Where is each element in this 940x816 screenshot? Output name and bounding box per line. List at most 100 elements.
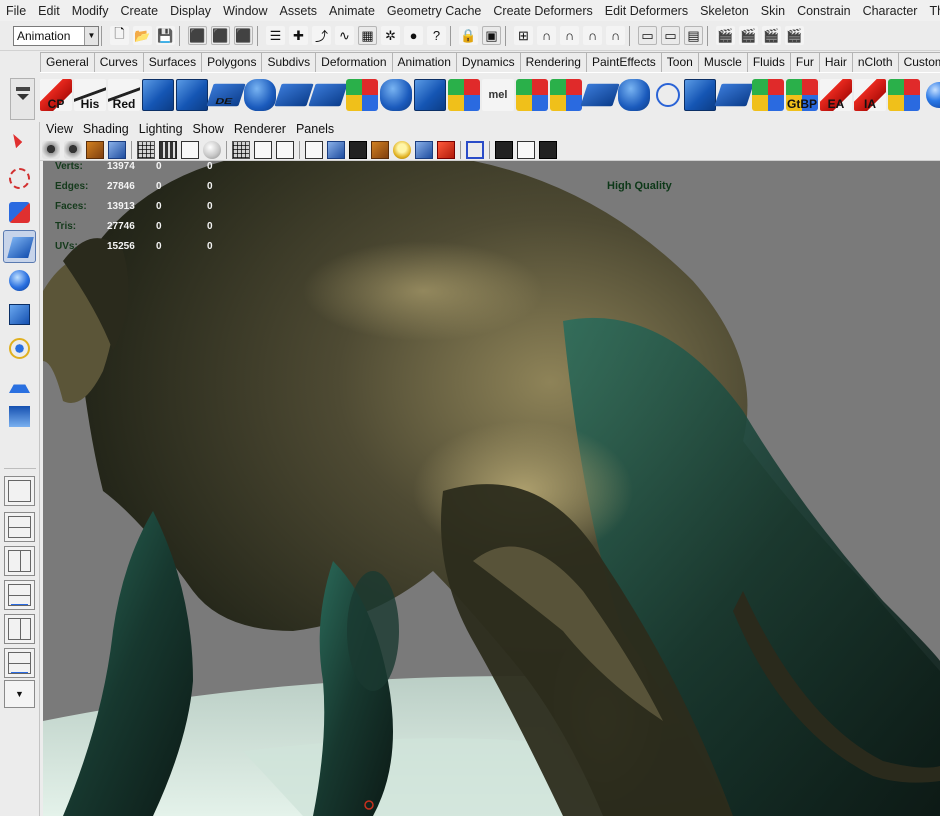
- scale-tool-button[interactable]: [3, 298, 36, 331]
- shelf-button-11[interactable]: [414, 78, 446, 111]
- shelf-menu-button[interactable]: [10, 78, 35, 120]
- shelf-button-18[interactable]: [656, 82, 680, 107]
- universal-manipulator-button[interactable]: [3, 332, 36, 365]
- shelf-button-7[interactable]: [274, 83, 314, 106]
- menu-set-dropdown[interactable]: Animation ▼: [13, 25, 99, 46]
- menu-item-file[interactable]: File: [0, 4, 32, 18]
- toolbar-divider[interactable]: [707, 25, 712, 46]
- render-settings-icon[interactable]: 🎬: [785, 26, 804, 45]
- render-view-icon[interactable]: 🎬: [716, 26, 735, 45]
- shelf-button-9[interactable]: [346, 78, 378, 111]
- shelf-button-4[interactable]: [176, 78, 208, 111]
- menu-item-skeleton[interactable]: Skeleton: [694, 4, 755, 18]
- show-manipulator-button[interactable]: [3, 400, 36, 433]
- shelf-tab-subdivs[interactable]: Subdivs: [261, 52, 317, 72]
- select-by-surface-icon[interactable]: ▦: [358, 26, 377, 45]
- shelf-button-5[interactable]: DE: [206, 83, 246, 106]
- menu-item-create[interactable]: Create: [115, 4, 165, 18]
- selection-mask-icon[interactable]: ☰: [266, 26, 285, 45]
- shelf-tab-hair[interactable]: Hair: [818, 52, 853, 72]
- xray-icon[interactable]: [495, 140, 513, 159]
- layout-single-perspective-button[interactable]: [4, 476, 35, 506]
- shelf-button-23[interactable]: EA: [820, 78, 852, 111]
- output-operations-icon[interactable]: ▭: [661, 26, 680, 45]
- select-component-icon[interactable]: ⬛: [234, 26, 253, 45]
- chevron-down-icon[interactable]: ▼: [4, 680, 35, 708]
- shelf-button-10[interactable]: [380, 78, 412, 111]
- shelf-button-2[interactable]: Red: [108, 78, 140, 111]
- menu-item-geometry-cache[interactable]: Geometry Cache: [381, 4, 487, 18]
- save-scene-icon[interactable]: 💾: [156, 26, 175, 45]
- menu-item-assets[interactable]: Assets: [274, 4, 324, 18]
- move-tool-button[interactable]: [3, 230, 36, 263]
- image-plane-icon[interactable]: [108, 140, 126, 159]
- select-by-dynamic-icon[interactable]: ●: [404, 26, 423, 45]
- select-camera-icon[interactable]: [42, 140, 60, 159]
- shelf-tab-muscle[interactable]: Muscle: [697, 52, 748, 72]
- menu-item-the-s[interactable]: The S: [923, 4, 940, 18]
- shelf-button-15[interactable]: [550, 78, 582, 111]
- texture-text-icon[interactable]: [276, 140, 294, 159]
- menu-item-animate[interactable]: Animate: [323, 4, 381, 18]
- shelf-button-0[interactable]: CP: [40, 78, 72, 111]
- select-by-joint-icon[interactable]: ⤴: [312, 26, 331, 45]
- rotate-tool-button[interactable]: [3, 264, 36, 297]
- toolbar-divider[interactable]: [179, 25, 184, 46]
- menu-item-create-deformers[interactable]: Create Deformers: [487, 4, 598, 18]
- shelf-tab-general[interactable]: General: [40, 52, 95, 72]
- shelf-tab-fluids[interactable]: Fluids: [746, 52, 791, 72]
- menu-item-edit[interactable]: Edit: [32, 4, 66, 18]
- shelf-button-20[interactable]: [714, 83, 754, 106]
- input-operations-icon[interactable]: ▭: [638, 26, 657, 45]
- shelf-tab-ncloth[interactable]: nCloth: [851, 52, 899, 72]
- smooth-shade-all-icon[interactable]: [327, 140, 345, 159]
- shelf-button-17[interactable]: [618, 78, 650, 111]
- shelf-tab-toon[interactable]: Toon: [660, 52, 699, 72]
- menu-item-window[interactable]: Window: [217, 4, 273, 18]
- select-by-misc-icon[interactable]: ?: [427, 26, 446, 45]
- menu-item-display[interactable]: Display: [164, 4, 217, 18]
- shelf-tab-painteffects[interactable]: PaintEffects: [585, 52, 662, 72]
- menu-item-modify[interactable]: Modify: [66, 4, 115, 18]
- panel-menu-shading[interactable]: Shading: [78, 122, 134, 136]
- shelf-button-1[interactable]: His: [74, 78, 106, 111]
- grid-icon[interactable]: [137, 140, 155, 159]
- highlight-selection-icon[interactable]: ▣: [482, 26, 501, 45]
- shelf-button-21[interactable]: [752, 78, 784, 111]
- shelf-button-16[interactable]: [580, 83, 620, 106]
- paint-select-tool-button[interactable]: [3, 196, 36, 229]
- lighting-icon[interactable]: [393, 140, 411, 159]
- panel-menu-renderer[interactable]: Renderer: [229, 122, 291, 136]
- shelf-button-19[interactable]: [684, 78, 716, 111]
- render-current-frame-icon[interactable]: 🎬: [739, 26, 758, 45]
- select-by-handle-icon[interactable]: ✚: [289, 26, 308, 45]
- make-live-icon[interactable]: ∩: [606, 26, 625, 45]
- layout-persp-outliner-button[interactable]: [4, 546, 35, 576]
- isolate-select-icon[interactable]: [466, 140, 484, 159]
- menu-item-constrain[interactable]: Constrain: [791, 4, 857, 18]
- new-scene-icon[interactable]: 🗋: [110, 26, 129, 45]
- xray-joints-icon[interactable]: [539, 140, 557, 159]
- select-by-deformation-icon[interactable]: ✲: [381, 26, 400, 45]
- panel-menu-show[interactable]: Show: [188, 122, 229, 136]
- shelf-tab-fur[interactable]: Fur: [789, 52, 820, 72]
- wireframe-cube-icon[interactable]: [305, 140, 323, 159]
- snap-to-grid-icon[interactable]: ⊞: [514, 26, 533, 45]
- select-by-curve-icon[interactable]: ∿: [335, 26, 354, 45]
- panel-menu-lighting[interactable]: Lighting: [134, 122, 188, 136]
- layout-four-view-button[interactable]: [4, 512, 35, 542]
- toolbar-divider[interactable]: [450, 25, 455, 46]
- lock-selection-icon[interactable]: 🔒: [459, 26, 478, 45]
- shelf-tab-polygons[interactable]: Polygons: [201, 52, 263, 72]
- shelf-tab-custom[interactable]: Custom: [897, 52, 940, 72]
- panel-menu-panels[interactable]: Panels: [291, 122, 339, 136]
- shelf-tab-curves[interactable]: Curves: [93, 52, 144, 72]
- shelf-button-6[interactable]: [244, 78, 276, 111]
- soft-modification-button[interactable]: [3, 366, 36, 399]
- select-tool-button[interactable]: [3, 128, 36, 161]
- hardware-texturing-icon[interactable]: [371, 140, 389, 159]
- shelf-button-24[interactable]: IA: [854, 78, 886, 111]
- shelf-tab-rendering[interactable]: Rendering: [519, 52, 587, 72]
- perspective-viewport[interactable]: Verts: 13974 0 0 Edges: 27846 0 0 Faces: 13913 0 0 T…: [43, 161, 940, 816]
- shelf-button-22[interactable]: GtBP: [786, 78, 818, 111]
